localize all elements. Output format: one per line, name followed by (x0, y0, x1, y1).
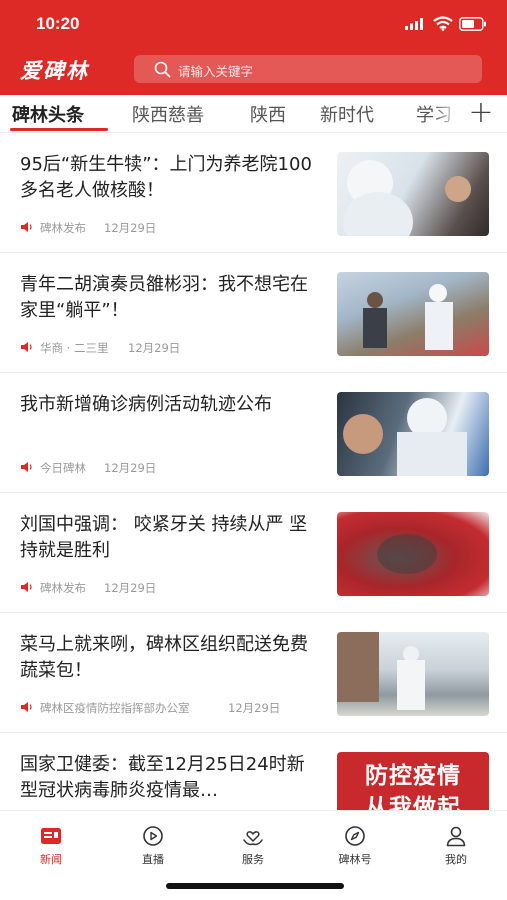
nav-item-beilin-account[interactable]: 碑林号 (320, 825, 390, 869)
news-thumbnail (337, 632, 489, 716)
news-thumbnail (337, 152, 489, 236)
search-box[interactable]: 请输入关键字 (134, 55, 482, 83)
speaker-icon (21, 702, 32, 712)
tab-shaanxi[interactable]: 陕西 (250, 101, 286, 127)
news-thumbnail (337, 512, 489, 596)
news-date: 12月29日 (104, 581, 157, 595)
news-source: 碑林发布 (40, 221, 86, 235)
news-icon (41, 828, 61, 844)
wifi-icon (433, 16, 453, 31)
nav-label: 新闻 (40, 853, 62, 866)
channel-tabs: 碑林头条 陕西慈善 陕西 新时代 学习 + (0, 95, 507, 133)
live-icon (143, 826, 163, 846)
profile-icon (446, 826, 466, 847)
news-feed: 95后“新生牛犊”：上门为养老院100多名老人做核酸！ 碑林发布 12月29日 … (0, 134, 507, 810)
news-item[interactable]: 菜马上就来咧，碑林区组织配送免费蔬菜包！ 碑林区疫情防控指挥部办公室 12月29… (0, 614, 507, 733)
news-title: 刘国中强调： 咬紧牙关 持续从严 坚持就是胜利 (20, 514, 308, 561)
nav-item-service[interactable]: 服务 (218, 825, 288, 869)
cellular-signal-icon (405, 18, 423, 30)
news-item[interactable]: 刘国中强调： 咬紧牙关 持续从严 坚持就是胜利 碑林发布 12月29日 (0, 494, 507, 613)
search-placeholder: 请输入关键字 (178, 64, 254, 79)
tab-new-era[interactable]: 新时代 (320, 101, 374, 127)
active-tab-indicator (10, 128, 108, 131)
news-title: 青年二胡演奏员雒彬羽：我不想宅在家里“躺平”！ (20, 274, 308, 321)
news-date: 12月29日 (104, 461, 157, 475)
tabs-fade (432, 95, 462, 131)
search-icon (154, 61, 171, 78)
speaker-icon (21, 462, 32, 472)
news-item[interactable]: 青年二胡演奏员雒彬羽：我不想宅在家里“躺平”！ 华商 · 二三里 12月29日 (0, 254, 507, 373)
speaker-icon (21, 582, 32, 592)
news-thumbnail: 防控疫情 从我做起 (337, 752, 489, 810)
poster-line-1: 防控疫情 (365, 763, 461, 789)
tab-shaanxi-charity[interactable]: 陕西慈善 (132, 101, 204, 127)
news-item[interactable]: 我市新增确诊病例活动轨迹公布 今日碑林 12月29日 (0, 374, 507, 493)
status-bar: 10:20 (0, 0, 507, 48)
news-item[interactable]: 95后“新生牛犊”：上门为养老院100多名老人做核酸！ 碑林发布 12月29日 (0, 134, 507, 253)
news-thumbnail (337, 272, 489, 356)
speaker-icon (21, 222, 32, 232)
nav-item-news[interactable]: 新闻 (16, 825, 86, 869)
news-title: 菜马上就来咧，碑林区组织配送免费蔬菜包！ (20, 634, 308, 681)
news-source: 华商 · 二三里 (40, 341, 109, 355)
speaker-icon (21, 342, 32, 352)
news-title: 我市新增确诊病例活动轨迹公布 (20, 394, 272, 415)
nav-label: 我的 (445, 853, 467, 866)
news-item[interactable]: 国家卫健委：截至12月25日24时新型冠状病毒肺炎疫情最… 防控疫情 从我做起 (0, 734, 507, 810)
nav-label: 直播 (142, 853, 164, 866)
news-source: 碑林区疫情防控指挥部办公室 (40, 701, 190, 715)
home-indicator (166, 883, 344, 889)
nav-item-live[interactable]: 直播 (118, 825, 188, 869)
nav-item-profile[interactable]: 我的 (421, 825, 491, 869)
news-title: 国家卫健委：截至12月25日24时新型冠状病毒肺炎疫情最… (20, 754, 305, 801)
news-source: 今日碑林 (40, 461, 86, 475)
news-date: 12月29日 (228, 701, 281, 715)
news-date: 12月29日 (104, 221, 157, 235)
news-thumbnail (337, 392, 489, 476)
status-time: 10:20 (36, 14, 80, 33)
tab-beilin-headlines[interactable]: 碑林头条 (12, 101, 84, 127)
app-header: 10:20 爱碑林 请输入关键字 (0, 0, 507, 95)
app-logo: 爱碑林 (20, 58, 89, 83)
nav-label: 服务 (242, 853, 264, 866)
news-date: 12月29日 (128, 341, 181, 355)
add-channel-button[interactable]: + (464, 96, 498, 130)
news-title: 95后“新生牛犊”：上门为养老院100多名老人做核酸！ (20, 154, 312, 201)
news-source: 碑林发布 (40, 581, 86, 595)
battery-icon (459, 17, 486, 31)
compass-icon (345, 826, 365, 846)
poster-line-2: 从我做起 (365, 795, 461, 810)
service-icon (243, 831, 263, 846)
nav-label: 碑林号 (338, 853, 372, 866)
